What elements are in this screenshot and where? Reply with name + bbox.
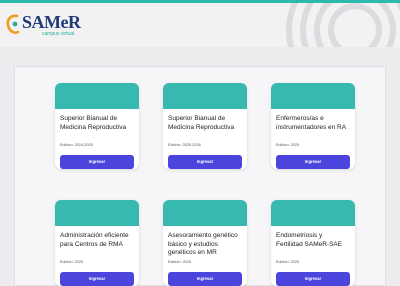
brand-name: SAMeR: [22, 12, 81, 32]
course-title: Superior Bianual de Medicina Reproductiv…: [168, 115, 235, 131]
brand-subtitle: campus virtual: [42, 31, 75, 37]
course-card: Superior Bianual de Medicina Reproductiv…: [55, 83, 139, 169]
course-title: Asesoramiento genético básico y estudios…: [168, 232, 238, 256]
card-header-band: [55, 83, 139, 109]
card-header-band: [55, 200, 139, 226]
samer-logo-icon: [6, 14, 20, 34]
enter-course-button[interactable]: Ingresar: [168, 155, 242, 169]
course-title: Endometriosis y Fertilidad SAMeR-SAE: [276, 232, 343, 248]
site-header: SAMeR campus virtual: [0, 3, 400, 47]
card-header-band: [271, 83, 355, 109]
course-card: Administración eficiente para Centros de…: [55, 200, 139, 286]
course-card: Superior Bianual de Medicina Reproductiv…: [163, 83, 247, 169]
course-edition: Edición: 2025: [276, 260, 300, 264]
courses-panel: Superior Bianual de Medicina Reproductiv…: [14, 66, 386, 286]
course-title: Enfermeros/as e instrumentadores en RA: [276, 115, 347, 131]
course-edition: Edición: 2025: [168, 260, 192, 264]
course-title: Superior Bianual de Medicina Reproductiv…: [60, 115, 127, 131]
enter-course-button[interactable]: Ingresar: [60, 155, 134, 169]
course-edition: Edición: 2024-2025: [60, 143, 93, 147]
course-edition: Edición: 2025-2026: [168, 143, 201, 147]
enter-course-button[interactable]: Ingresar: [60, 272, 134, 286]
course-title: Administración eficiente para Centros de…: [60, 232, 129, 248]
course-edition: Edición: 2025: [276, 143, 300, 147]
card-header-band: [163, 200, 247, 226]
samer-logo[interactable]: SAMeR campus virtual: [6, 13, 81, 37]
course-edition: Edición: 2025: [60, 260, 84, 264]
course-card: Endometriosis y Fertilidad SAMeR-SAE Edi…: [271, 200, 355, 286]
course-card: Asesoramiento genético básico y estudios…: [163, 200, 247, 286]
enter-course-button[interactable]: Ingresar: [276, 155, 350, 169]
card-header-band: [163, 83, 247, 109]
card-header-band: [271, 200, 355, 226]
enter-course-button[interactable]: Ingresar: [168, 272, 242, 286]
enter-course-button[interactable]: Ingresar: [276, 272, 350, 286]
decorative-circles-graphic: [286, 3, 400, 47]
course-card: Enfermeros/as e instrumentadores en RA E…: [271, 83, 355, 169]
